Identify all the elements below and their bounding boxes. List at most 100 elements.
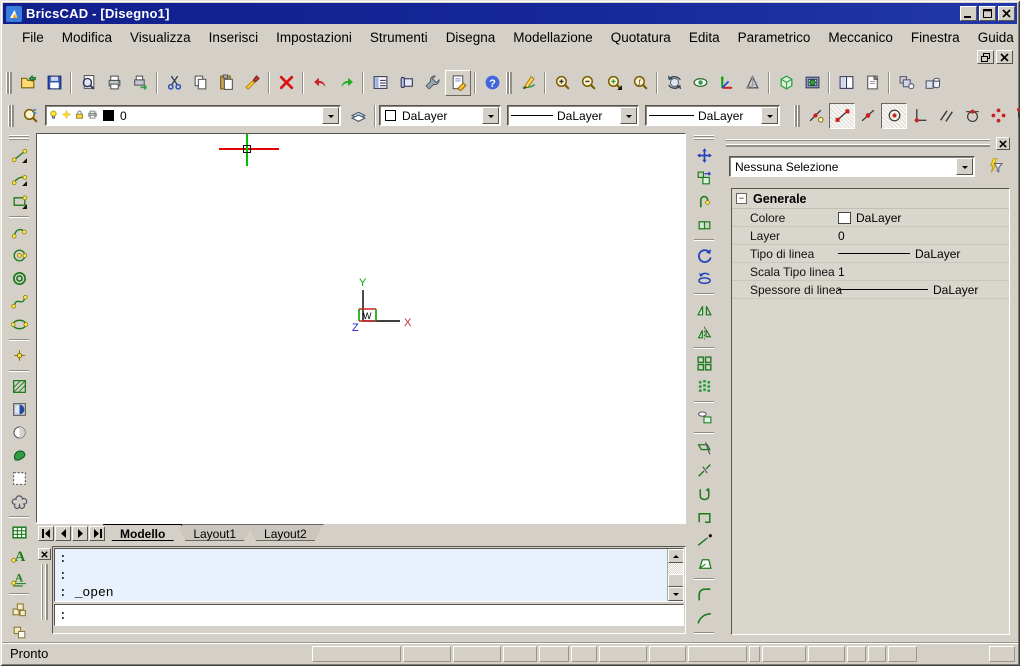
lineweight-combo-arrow[interactable] [761, 107, 778, 124]
solids-button[interactable] [919, 70, 945, 96]
hide-button[interactable] [739, 70, 765, 96]
toolbar-grip[interactable] [8, 105, 14, 127]
layers-button[interactable] [345, 103, 371, 129]
sheet-set-button[interactable] [393, 70, 419, 96]
mdi-close-button[interactable] [996, 50, 1013, 64]
open-button[interactable] [15, 70, 41, 96]
menu-edita[interactable]: Edita [680, 27, 729, 48]
close-shape-button[interactable] [691, 506, 717, 529]
property-value[interactable]: 0 [838, 229, 1009, 243]
tab-layout2[interactable]: Layout2 [247, 524, 324, 541]
snap-endpoint-button[interactable] [829, 103, 855, 129]
fillet-button[interactable] [691, 583, 717, 606]
explode-button[interactable] [691, 552, 717, 575]
menu-quotatura[interactable]: Quotatura [602, 27, 680, 48]
maximize-button[interactable] [979, 6, 996, 21]
lengthen-button[interactable] [691, 529, 717, 552]
zoom-in-button[interactable] [549, 70, 575, 96]
undo-button[interactable] [307, 70, 333, 96]
zoom-previous-button[interactable]: f [627, 70, 653, 96]
print-preview-button[interactable] [75, 70, 101, 96]
menu-disegna[interactable]: Disegna [437, 27, 505, 48]
property-value[interactable]: DaLayer [838, 211, 1009, 225]
menu-guida[interactable]: Guida [969, 27, 1020, 48]
toolbar-grip[interactable] [694, 135, 714, 140]
rotate-button[interactable] [691, 244, 717, 267]
command-close-button[interactable] [38, 548, 51, 560]
layer-explorer-button[interactable] [17, 103, 43, 129]
mdi-restore-button[interactable] [977, 50, 994, 64]
property-value[interactable]: DaLayer [838, 247, 1009, 261]
copy-button[interactable] [691, 167, 717, 190]
hatch-button[interactable] [6, 375, 32, 398]
menu-strumenti[interactable]: Strumenti [361, 27, 437, 48]
spline-button[interactable] [6, 290, 32, 313]
move-button[interactable] [691, 144, 717, 167]
blend-curves-button[interactable] [691, 606, 717, 629]
tab-layout1[interactable]: Layout1 [176, 524, 253, 541]
new-view-button[interactable] [859, 70, 885, 96]
menu-modifica[interactable]: Modifica [53, 27, 121, 48]
tab-last-button[interactable] [89, 526, 105, 541]
match-properties-button[interactable] [239, 70, 265, 96]
copy-clipboard-button[interactable] [187, 70, 213, 96]
scroll-thumb[interactable] [668, 574, 684, 587]
point-button[interactable] [6, 344, 32, 367]
text-multiline-button[interactable]: A [6, 544, 32, 567]
copy-entities-button[interactable] [893, 70, 919, 96]
chamfer-button[interactable] [691, 637, 717, 640]
extend-button[interactable] [691, 483, 717, 506]
menu-finestra[interactable]: Finestra [902, 27, 969, 48]
rotate-3d-button[interactable] [691, 267, 717, 290]
menu-visualizza[interactable]: Visualizza [121, 27, 200, 48]
sketch-button[interactable] [515, 70, 541, 96]
zoom-window-button[interactable] [601, 70, 627, 96]
command-input[interactable]: : [54, 604, 684, 626]
linetype-combo[interactable]: DaLayer [507, 105, 639, 126]
lineweight-combo[interactable]: DaLayer [645, 105, 780, 126]
command-scrollbar[interactable] [667, 549, 683, 601]
snap-center-button[interactable] [881, 103, 907, 129]
collapse-toggle[interactable]: − [736, 193, 747, 204]
ellipse-button[interactable] [6, 313, 32, 336]
rectangle-button[interactable] [6, 190, 32, 213]
cloud-button[interactable] [6, 490, 32, 513]
color-combo-arrow[interactable] [482, 107, 499, 124]
stretch-button[interactable] [691, 213, 717, 236]
property-value[interactable]: 1 [838, 265, 1009, 279]
tab-first-button[interactable] [38, 526, 54, 541]
look-button[interactable] [687, 70, 713, 96]
toolbar-grip[interactable] [9, 135, 29, 140]
scroll-down-button[interactable] [668, 587, 684, 601]
layer-combo-arrow[interactable] [322, 107, 339, 124]
text-singleline-button[interactable]: A [6, 567, 32, 590]
drawing-explorer-button[interactable] [445, 70, 471, 96]
snap-perpendicular-button[interactable] [907, 103, 933, 129]
menu-modellazione[interactable]: Modellazione [504, 27, 602, 48]
close-button[interactable] [998, 6, 1015, 21]
menu-impostazioni[interactable]: Impostazioni [267, 27, 361, 48]
save-button[interactable] [41, 70, 67, 96]
toolbar-grip[interactable] [6, 72, 12, 94]
toolbar-grip[interactable] [794, 105, 800, 127]
help-button[interactable]: ? [479, 70, 505, 96]
cut-button[interactable] [161, 70, 187, 96]
minimize-button[interactable] [960, 6, 977, 21]
arc-button[interactable] [6, 167, 32, 190]
menu-meccanico[interactable]: Meccanico [819, 27, 902, 48]
drawing-canvas[interactable]: Y W X Z [36, 133, 686, 523]
line-button[interactable] [6, 144, 32, 167]
ucs-axes-button[interactable] [713, 70, 739, 96]
region-button[interactable] [6, 421, 32, 444]
property-value[interactable]: DaLayer [838, 283, 1009, 297]
delete-button[interactable] [273, 70, 299, 96]
menu-inserisci[interactable]: Inserisci [200, 27, 268, 48]
table-button[interactable] [6, 521, 32, 544]
plot-button[interactable] [127, 70, 153, 96]
panel-grip[interactable] [726, 139, 990, 147]
menu-parametrico[interactable]: Parametrico [729, 27, 820, 48]
block-structure-button[interactable] [6, 621, 32, 640]
tab-prev-button[interactable] [55, 526, 71, 541]
mirror-3d-button[interactable] [691, 321, 717, 344]
paste-button[interactable] [213, 70, 239, 96]
